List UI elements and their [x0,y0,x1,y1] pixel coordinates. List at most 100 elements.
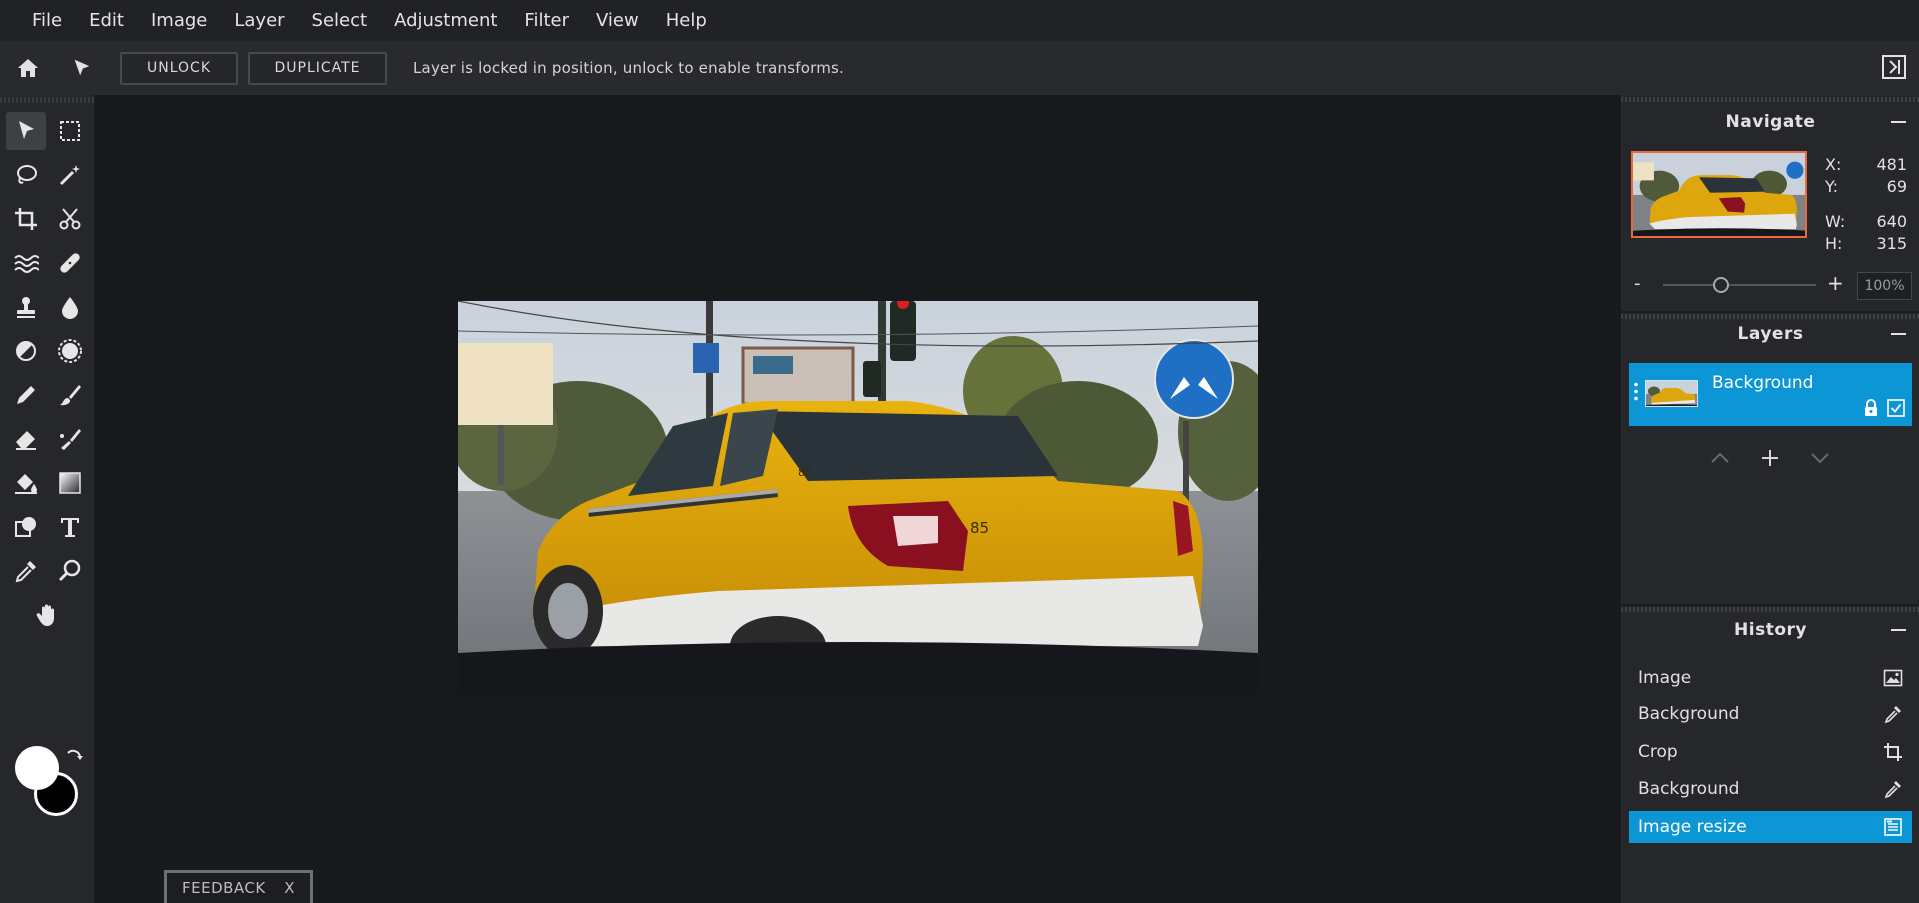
foreground-color-swatch[interactable] [15,746,59,790]
menu-edit[interactable]: Edit [89,10,124,31]
add-layer-icon[interactable] [1757,445,1783,471]
paint-bucket-tool-icon[interactable] [6,464,46,502]
history-item[interactable]: Image [1629,662,1912,694]
move-layer-down-icon[interactable] [1807,445,1833,471]
canvas-workspace[interactable]: 85 85 [95,95,1620,903]
layer-thumbnail [1645,380,1698,407]
history-item-active[interactable]: Image resize [1629,811,1912,843]
menu-adjustment[interactable]: Adjustment [394,10,497,31]
hand-tool-icon[interactable] [28,596,68,634]
lock-icon[interactable] [1862,399,1880,417]
visibility-checkbox-icon[interactable] [1887,399,1905,417]
text-tool-icon[interactable] [50,508,90,546]
move-tool-icon[interactable] [6,112,46,150]
history-item-label: Image [1638,668,1692,688]
crop-tool-icon[interactable] [6,200,46,238]
home-icon[interactable] [14,54,42,82]
clone-stamp-tool-icon[interactable] [6,288,46,326]
zoom-slider-track[interactable] [1663,284,1816,286]
eyedropper-icon [1883,779,1903,799]
drag-handle-icon[interactable] [1634,381,1638,403]
marquee-tool-icon[interactable] [50,112,90,150]
layers-title: Layers [1737,324,1804,344]
navigate-title: Navigate [1725,112,1816,132]
history-item[interactable]: Background [1629,773,1912,805]
history-item-label: Background [1638,779,1740,799]
zoom-out-button[interactable]: - [1634,273,1641,294]
size-w: W: 640 [1825,212,1907,232]
menu-view[interactable]: View [596,10,639,31]
dodge-burn-tool-icon[interactable] [6,332,46,370]
eraser-tool-icon[interactable] [6,420,46,458]
navigator-preview [1633,153,1805,236]
move-layer-up-icon[interactable] [1707,445,1733,471]
navigate-panel-header[interactable]: Navigate [1621,101,1919,143]
menu-help[interactable]: Help [666,10,707,31]
right-panel: Navigate X: 481 Y: 69 W: 640 H: 315 - + … [1620,95,1919,903]
coord-y-label: Y: [1825,177,1839,196]
sponge-tool-icon[interactable] [50,332,90,370]
layer-lock-message: Layer is locked in position, unlock to e… [413,59,845,77]
zoom-level-input[interactable]: 100% [1857,272,1912,300]
swap-colors-icon[interactable] [63,747,85,769]
size-w-value: 640 [1876,212,1907,231]
liquify-tool-icon[interactable] [6,244,46,282]
shape-tool-icon[interactable] [6,508,46,546]
size-w-label: W: [1825,212,1846,231]
duplicate-button[interactable]: DUPLICATE [248,51,387,85]
coord-x: X: 481 [1825,155,1907,175]
eyedropper-tool-icon[interactable] [6,552,46,590]
size-h-label: H: [1825,234,1843,253]
gradient-tool-icon[interactable] [50,464,90,502]
canvas-image[interactable]: 85 85 [458,301,1258,695]
feedback-close-button[interactable]: X [284,879,295,897]
size-h-value: 315 [1876,234,1907,253]
svg-text:85: 85 [970,519,989,537]
history-item-label: Background [1638,704,1740,724]
menu-image[interactable]: Image [151,10,207,31]
eyedropper-icon [1883,704,1903,724]
unlock-button[interactable]: UNLOCK [120,51,238,85]
panel-grip [0,97,95,103]
pencil-tool-icon[interactable] [6,376,46,414]
zoom-slider-handle[interactable] [1713,277,1729,293]
magic-wand-tool-icon[interactable] [50,156,90,194]
history-item-label: Crop [1638,742,1678,762]
coord-y-value: 69 [1886,177,1907,196]
feedback-tab[interactable]: FEEDBACK X [164,870,313,903]
panel-separator [1621,604,1919,606]
image-icon [1883,668,1903,688]
history-item[interactable]: Background [1629,698,1912,730]
layers-panel-header[interactable]: Layers [1621,313,1919,355]
healing-tool-icon[interactable] [50,244,90,282]
brush-tool-icon[interactable] [50,376,90,414]
layer-name[interactable]: Background [1712,373,1813,393]
menu-select[interactable]: Select [312,10,368,31]
move-tool-icon[interactable] [68,54,96,82]
feedback-label[interactable]: FEEDBACK [182,879,266,897]
crop-icon [1883,742,1903,762]
minimize-icon[interactable] [1890,326,1906,342]
coord-y: Y: 69 [1825,177,1907,197]
minimize-icon[interactable] [1890,622,1906,638]
document-icon [1883,817,1903,837]
minimize-icon[interactable] [1890,114,1906,130]
tool-panel [0,95,95,903]
menu-file[interactable]: File [32,10,62,31]
zoom-tool-icon[interactable] [50,552,90,590]
blur-tool-icon[interactable] [50,288,90,326]
coord-x-value: 481 [1876,155,1907,174]
navigator-thumbnail[interactable] [1631,151,1807,238]
history-item[interactable]: Crop [1629,736,1912,768]
smudge-tool-icon[interactable] [50,420,90,458]
lasso-tool-icon[interactable] [6,156,46,194]
coord-x-label: X: [1825,155,1842,174]
layer-item[interactable]: Background [1629,363,1912,426]
collapse-panel-icon[interactable] [1881,54,1907,80]
cut-tool-icon[interactable] [50,200,90,238]
menu-filter[interactable]: Filter [524,10,569,31]
history-panel-header[interactable]: History [1621,609,1919,651]
svg-text:85: 85 [798,466,812,479]
menu-layer[interactable]: Layer [234,10,284,31]
zoom-in-button[interactable]: + [1827,271,1844,295]
